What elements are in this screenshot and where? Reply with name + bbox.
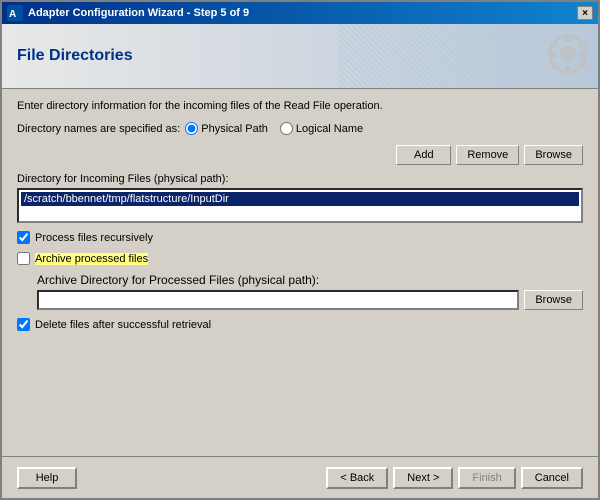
- process-recursive-checkbox[interactable]: [17, 231, 30, 244]
- browse-button[interactable]: Browse: [524, 145, 583, 165]
- radio-physical-text: Physical Path: [201, 123, 268, 135]
- header-decoration: [338, 24, 538, 89]
- radio-logical[interactable]: [280, 122, 293, 135]
- app-icon: A: [7, 5, 23, 21]
- directory-section: Directory for Incoming Files (physical p…: [17, 173, 583, 223]
- content-area: Enter directory information for the inco…: [2, 89, 598, 456]
- title-bar-text: Adapter Configuration Wizard - Step 5 of…: [28, 7, 249, 19]
- svg-text:A: A: [9, 9, 16, 20]
- archive-dir-label: Archive Directory for Processed Files (p…: [37, 273, 583, 287]
- process-recursive-row: Process files recursively: [17, 231, 583, 244]
- archive-input[interactable]: [37, 290, 519, 310]
- add-button[interactable]: Add: [396, 145, 451, 165]
- delete-files-label: Delete files after successful retrieval: [35, 319, 211, 331]
- delete-files-row: Delete files after successful retrieval: [17, 318, 583, 331]
- finish-button[interactable]: Finish: [458, 467, 515, 489]
- close-button[interactable]: ×: [577, 6, 593, 20]
- delete-files-checkbox[interactable]: [17, 318, 30, 331]
- radio-group: Physical Path Logical Name: [185, 122, 363, 135]
- title-bar: A Adapter Configuration Wizard - Step 5 …: [2, 2, 598, 24]
- archive-section: Archive Directory for Processed Files (p…: [37, 273, 583, 310]
- header-area: File Directories: [2, 24, 598, 89]
- cancel-button[interactable]: Cancel: [521, 467, 583, 489]
- help-button[interactable]: Help: [17, 467, 77, 489]
- dir-section-label: Directory for Incoming Files (physical p…: [17, 173, 583, 185]
- info-text: Enter directory information for the inco…: [17, 99, 583, 114]
- directory-list[interactable]: /scratch/bbennet/tmp/flatstructure/Input…: [17, 188, 583, 223]
- action-button-row: Add Remove Browse: [17, 145, 583, 165]
- footer: Help < Back Next > Finish Cancel: [2, 456, 598, 498]
- archive-row: Archive processed files: [17, 252, 583, 265]
- radio-logical-label[interactable]: Logical Name: [280, 122, 363, 135]
- footer-nav-buttons: < Back Next > Finish Cancel: [326, 467, 583, 489]
- gear-icon: [533, 29, 593, 84]
- radio-physical-label[interactable]: Physical Path: [185, 122, 268, 135]
- next-button[interactable]: Next >: [393, 467, 453, 489]
- remove-button[interactable]: Remove: [456, 145, 519, 165]
- back-button[interactable]: < Back: [326, 467, 388, 489]
- archive-input-row: Browse: [37, 290, 583, 310]
- archive-browse-button[interactable]: Browse: [524, 290, 583, 310]
- directory-label: Directory names are specified as:: [17, 123, 180, 135]
- radio-logical-text: Logical Name: [296, 123, 363, 135]
- archive-label: Archive processed files: [35, 253, 148, 265]
- radio-physical[interactable]: [185, 122, 198, 135]
- page-title: File Directories: [17, 47, 133, 65]
- title-bar-content: A Adapter Configuration Wizard - Step 5 …: [7, 5, 249, 21]
- directory-type-row: Directory names are specified as: Physic…: [17, 122, 583, 135]
- directory-list-item: /scratch/bbennet/tmp/flatstructure/Input…: [21, 192, 579, 206]
- archive-checkbox[interactable]: [17, 252, 30, 265]
- process-recursive-label: Process files recursively: [35, 232, 153, 244]
- main-window: A Adapter Configuration Wizard - Step 5 …: [0, 0, 600, 500]
